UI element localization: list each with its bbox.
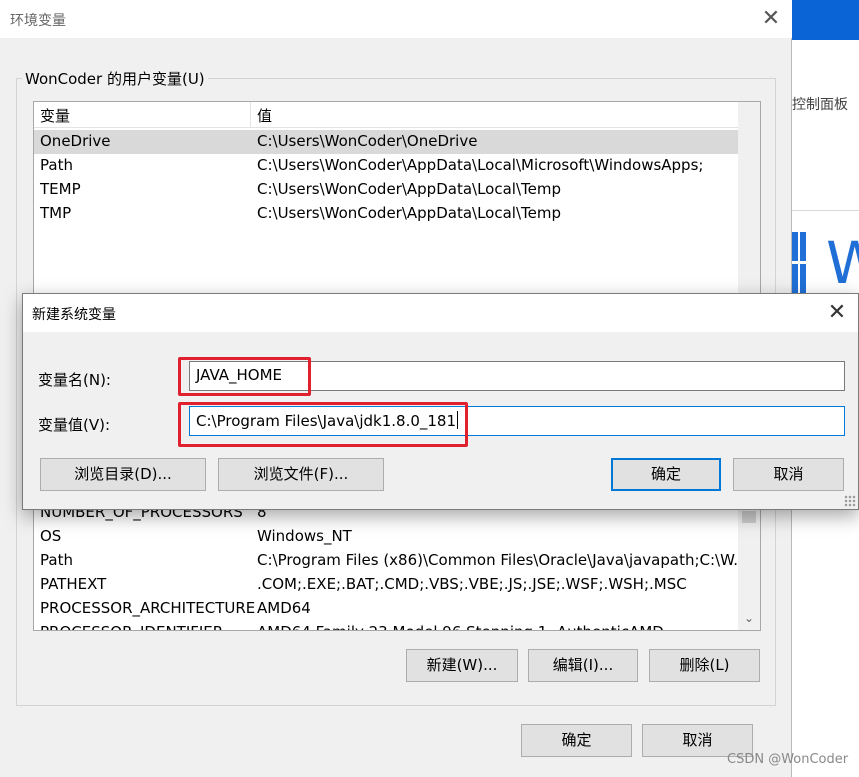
new-var-titlebar: 新建系统变量 ✕	[23, 294, 858, 332]
resize-grip-icon[interactable]	[844, 495, 856, 507]
close-icon[interactable]: ✕	[824, 300, 850, 326]
control-panel-link[interactable]: 控制面板	[792, 94, 848, 114]
var-value: C:\Users\WonCoder\OneDrive	[257, 132, 478, 150]
system-vars-scrollbar[interactable]: ⌄	[738, 501, 760, 630]
var-name-label: 变量名(N):	[38, 371, 111, 389]
new-var-cancel-button[interactable]: 取消	[733, 458, 844, 491]
user-vars-list[interactable]: 变量 值 OneDrive C:\Users\WonCoder\OneDrive…	[33, 101, 761, 301]
var-value-label: 变量值(V):	[38, 416, 111, 434]
background-divider	[792, 210, 859, 211]
new-var-dialog-title: 新建系统变量	[32, 307, 116, 323]
table-row[interactable]: PROCESSOR_IDENTIFIER AMD64 Family 23 Mod…	[34, 621, 738, 630]
table-row[interactable]: Path C:\Users\WonCoder\AppData\Local\Mic…	[34, 154, 738, 178]
table-row[interactable]: PATHEXT .COM;.EXE;.BAT;.CMD;.VBS;.VBE;.J…	[34, 573, 738, 597]
new-var-ok-button[interactable]: 确定	[611, 458, 721, 491]
table-row[interactable]: OS Windows_NT	[34, 525, 738, 549]
var-value: C:\Program Files (x86)\Common Files\Orac…	[257, 551, 748, 569]
browse-file-button[interactable]: 浏览文件(F)...	[218, 458, 384, 491]
var-name: PROCESSOR_ARCHITECTURE	[40, 599, 256, 617]
table-row[interactable]: OneDrive C:\Users\WonCoder\OneDrive	[34, 130, 738, 154]
var-value: AMD64 Family 23 Model 96 Stepping 1, Aut…	[257, 623, 664, 630]
scroll-down-arrow-icon[interactable]: ⌄	[738, 608, 760, 628]
var-name: TMP	[40, 204, 72, 222]
var-value: Windows_NT	[257, 527, 352, 545]
var-value: C:\Users\WonCoder\AppData\Local\Temp	[257, 204, 561, 222]
close-icon[interactable]: ✕	[758, 6, 784, 32]
background-window-header	[792, 0, 859, 40]
var-value: C:\Users\WonCoder\AppData\Local\Temp	[257, 180, 561, 198]
scrollbar-thumb[interactable]	[742, 511, 756, 523]
watermark: CSDN @WonCoder	[727, 752, 849, 767]
var-name: OS	[40, 527, 62, 545]
column-header-name[interactable]: 变量	[40, 105, 70, 126]
var-name: PATHEXT	[40, 575, 107, 593]
browse-directory-button[interactable]: 浏览目录(D)...	[40, 458, 206, 491]
column-separator	[250, 102, 251, 128]
var-value: AMD64	[257, 599, 311, 617]
table-row[interactable]: Path C:\Program Files (x86)\Common Files…	[34, 549, 748, 573]
new-system-variable-dialog: 新建系统变量 ✕ 变量名(N): JAVA_HOME 变量值(V): C:\Pr…	[22, 293, 859, 510]
highlight-box-value	[178, 402, 468, 447]
table-row[interactable]: TMP C:\Users\WonCoder\AppData\Local\Temp	[34, 202, 738, 226]
var-name: PROCESSOR_IDENTIFIER	[40, 623, 223, 630]
windows-logo-icon	[792, 232, 806, 294]
env-dialog-titlebar	[0, 0, 792, 38]
var-name: TEMP	[40, 180, 81, 198]
windows-wordmark: W	[826, 229, 859, 297]
env-ok-button[interactable]: 确定	[521, 724, 632, 757]
delete-system-var-button[interactable]: 删除(L)	[649, 649, 760, 682]
var-name: Path	[40, 551, 73, 569]
highlight-box-name	[178, 357, 311, 396]
column-header-value[interactable]: 值	[257, 105, 272, 126]
user-vars-group-label: WonCoder 的用户变量(U)	[22, 68, 208, 89]
table-row[interactable]: PROCESSOR_ARCHITECTURE AMD64	[34, 597, 738, 621]
system-vars-list[interactable]: NUMBER_OF_PROCESSORS 8 OS Windows_NT Pat…	[33, 500, 761, 631]
user-vars-scrollbar[interactable]	[738, 102, 760, 300]
edit-system-var-button[interactable]: 编辑(I)...	[528, 649, 638, 682]
var-name: Path	[40, 156, 73, 174]
env-dialog-title: 环境变量	[10, 13, 66, 29]
user-vars-header: 变量 值	[34, 102, 738, 128]
var-value: C:\Users\WonCoder\AppData\Local\Microsof…	[257, 156, 704, 174]
var-name: OneDrive	[40, 132, 111, 150]
var-value: .COM;.EXE;.BAT;.CMD;.VBS;.VBE;.JS;.JSE;.…	[257, 575, 687, 593]
new-system-var-button[interactable]: 新建(W)...	[406, 649, 518, 682]
table-row[interactable]: TEMP C:\Users\WonCoder\AppData\Local\Tem…	[34, 178, 738, 202]
